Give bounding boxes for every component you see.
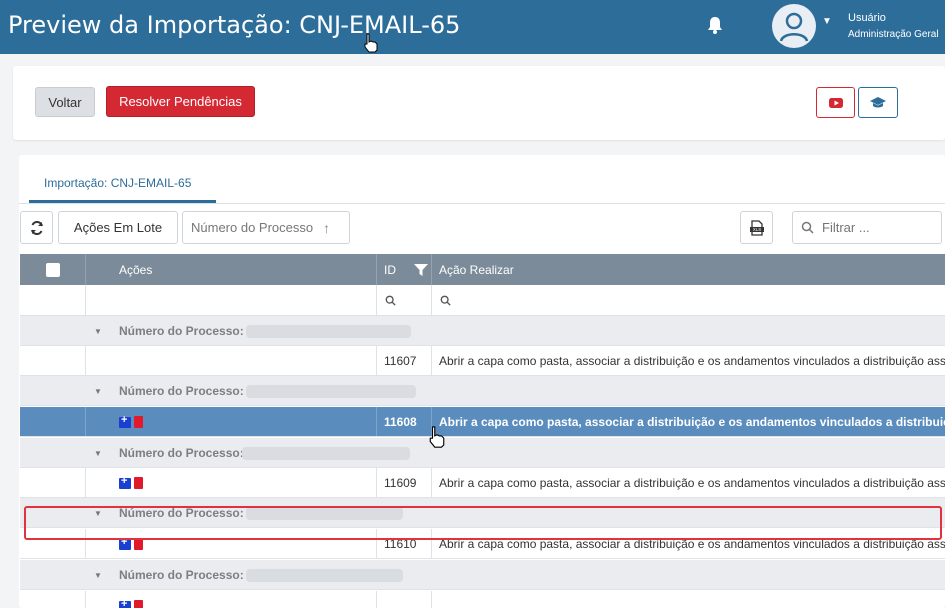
row-actions-cell — [86, 407, 377, 436]
row-select-cell — [20, 407, 86, 436]
row-acao: Abrir a capa como pasta, associar a dist… — [439, 354, 945, 368]
redacted-value — [246, 325, 411, 338]
sort-label: Número do Processo — [191, 220, 314, 235]
row-id: 11608 — [377, 407, 432, 436]
avatar[interactable] — [772, 4, 816, 48]
caret-down-icon[interactable]: ▼ — [94, 438, 102, 467]
row-actions-cell — [86, 468, 377, 497]
import-preview-panel: Importação: CNJ-EMAIL-65 Ações Em Lote N… — [19, 155, 945, 608]
refresh-button[interactable] — [20, 211, 53, 244]
add-folder-icon[interactable] — [119, 598, 131, 608]
tutorial-button[interactable] — [858, 87, 898, 118]
bell-icon[interactable] — [706, 15, 724, 35]
trash-icon[interactable] — [134, 477, 143, 489]
acoes-em-lote-button[interactable]: Ações Em Lote — [58, 211, 178, 244]
search-icon — [440, 295, 451, 306]
redacted-value — [246, 569, 403, 582]
filter-field[interactable] — [792, 211, 942, 244]
arrow-up-icon[interactable]: ↑ — [323, 220, 330, 236]
header-acao-label: Ação Realizar — [439, 262, 514, 277]
table-row[interactable]: 11607 Abrir a capa como pasta, associar … — [20, 346, 945, 376]
row-select-cell — [20, 591, 86, 608]
graduation-cap-icon — [870, 96, 886, 107]
group-label: Número do Processo: — [119, 324, 244, 338]
svg-text:XLS: XLS — [752, 227, 761, 232]
row-select-cell — [20, 346, 86, 375]
row-select-cell — [20, 468, 86, 497]
table-row-selected[interactable]: 11608 Abrir a capa como pasta, associar … — [20, 407, 945, 437]
header-select-cell — [20, 254, 86, 285]
tab-importacao[interactable]: Importação: CNJ-EMAIL-65 — [44, 176, 191, 190]
caret-down-icon[interactable]: ▼ — [94, 560, 102, 589]
voltar-button[interactable]: Voltar — [35, 87, 95, 117]
chevron-down-icon[interactable]: ▼ — [822, 16, 832, 27]
caret-down-icon[interactable]: ▼ — [94, 316, 102, 345]
user-role: Administração Geral — [848, 29, 939, 40]
header-acao-realizar[interactable]: Ação Realizar — [432, 254, 945, 285]
row-acao: Abrir a capa como pasta, associar a dist… — [439, 415, 945, 429]
user-name: Usuário — [848, 12, 886, 24]
tab-divider — [19, 203, 945, 204]
header-acoes[interactable]: Ações — [86, 254, 377, 285]
filter-row — [20, 285, 945, 316]
row-acao: Abrir a capa como pasta, associar a dist… — [439, 476, 945, 490]
grid-header: Ações ID Ação Realizar — [20, 254, 945, 285]
xls-export-icon: XLS — [749, 219, 764, 236]
hand-cursor-icon — [429, 426, 445, 448]
table-row[interactable] — [20, 591, 945, 608]
row-id: 11609 — [377, 468, 432, 497]
search-icon — [385, 295, 396, 306]
page-title: Preview da Importação: CNJ-EMAIL-65 — [8, 11, 461, 39]
trash-icon[interactable] — [134, 416, 143, 428]
row-id: 11607 — [377, 346, 432, 375]
sort-chip[interactable]: Número do Processo ↑ — [182, 211, 350, 244]
header-id[interactable]: ID — [377, 254, 432, 285]
filter-cell-select — [20, 285, 86, 316]
row-actions-cell — [86, 346, 377, 375]
filter-icon[interactable] — [414, 263, 428, 277]
refresh-icon — [30, 220, 43, 235]
filter-cell-acoes — [86, 285, 377, 316]
group-row[interactable]: ▼ Número do Processo: — [20, 560, 945, 590]
youtube-icon — [828, 97, 843, 108]
hand-cursor-icon — [364, 33, 378, 53]
search-icon — [801, 221, 814, 234]
trash-icon[interactable] — [134, 600, 143, 608]
resolver-pendencias-button[interactable]: Resolver Pendências — [106, 86, 255, 117]
export-xls-button[interactable]: XLS — [740, 211, 773, 244]
group-label: Número do Processo: — [119, 446, 244, 460]
selected-row-outline — [24, 506, 942, 540]
row-acao-partial — [432, 591, 945, 608]
group-label: Número do Processo: — [119, 568, 244, 582]
filter-cell-acao[interactable] — [432, 285, 945, 316]
filter-cell-id[interactable] — [377, 285, 432, 316]
redacted-value — [242, 447, 410, 460]
filter-input[interactable] — [822, 220, 932, 235]
header-id-label: ID — [384, 262, 396, 277]
select-all-checkbox[interactable] — [46, 262, 60, 277]
add-folder-icon[interactable] — [119, 475, 131, 489]
redacted-value — [246, 385, 416, 398]
header-acoes-label: Ações — [119, 262, 153, 277]
row-actions-cell — [86, 591, 377, 608]
group-label: Número do Processo: — [119, 384, 244, 398]
add-folder-icon[interactable] — [119, 536, 131, 550]
group-row[interactable]: ▼ Número do Processo: — [20, 438, 945, 468]
youtube-button[interactable] — [816, 87, 855, 118]
row-id-partial — [377, 591, 432, 608]
group-row[interactable]: ▼ Número do Processo: — [20, 316, 945, 346]
add-folder-icon[interactable] — [119, 414, 131, 428]
table-row[interactable]: 11609 Abrir a capa como pasta, associar … — [20, 468, 945, 498]
actions-panel: Voltar Resolver Pendências — [13, 66, 945, 140]
caret-down-icon[interactable]: ▼ — [94, 376, 102, 405]
group-row[interactable]: ▼ Número do Processo: — [20, 376, 945, 406]
top-bar: Preview da Importação: CNJ-EMAIL-65 ▼ Us… — [0, 0, 945, 54]
user-icon — [779, 12, 809, 42]
